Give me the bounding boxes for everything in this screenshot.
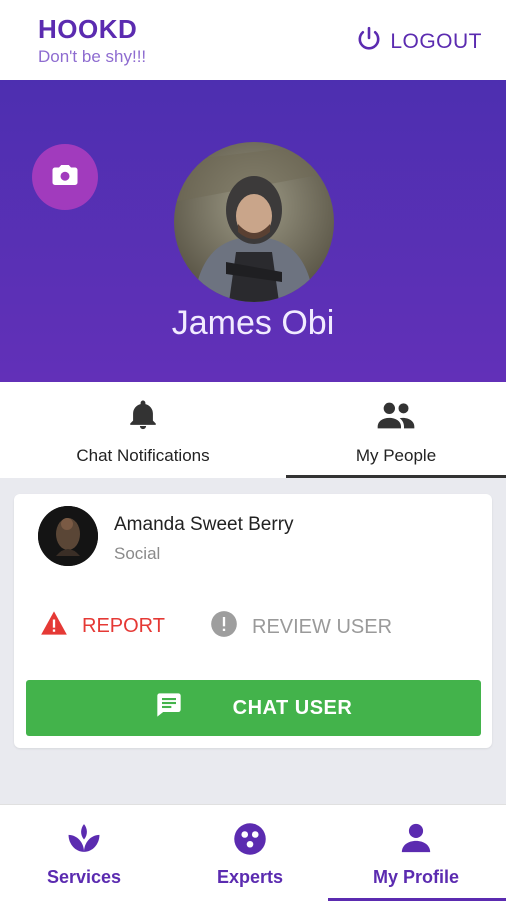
bell-icon bbox=[126, 398, 160, 437]
person-category: Social bbox=[114, 544, 161, 563]
lotus-icon bbox=[65, 821, 103, 860]
person-avatar[interactable] bbox=[38, 506, 98, 566]
app-subtitle: Don't be shy!!! bbox=[38, 47, 147, 66]
nav-my-profile[interactable]: My Profile bbox=[332, 805, 500, 901]
profile-avatar[interactable] bbox=[174, 142, 334, 302]
top-bar: HOOKD Don't be shy!!! LOGOUT bbox=[0, 0, 506, 80]
profile-name: James Obi bbox=[171, 304, 335, 342]
nav-label: Experts bbox=[216, 867, 284, 887]
people-icon bbox=[376, 398, 416, 437]
person-name: Amanda Sweet Berry bbox=[114, 514, 294, 535]
change-photo-button[interactable] bbox=[32, 144, 98, 210]
tab-bar: Chat Notifications My People bbox=[0, 382, 506, 478]
tab-my-people[interactable]: My People bbox=[286, 382, 506, 478]
camera-icon bbox=[50, 160, 80, 195]
person-icon bbox=[399, 821, 433, 860]
nav-label: Services bbox=[46, 867, 122, 887]
chat-user-label: CHAT USER bbox=[232, 696, 353, 719]
warning-icon bbox=[40, 610, 68, 642]
selected-tab-indicator bbox=[286, 475, 506, 478]
nav-services[interactable]: Services bbox=[0, 805, 168, 901]
tab-label: Chat Notifications bbox=[76, 446, 210, 465]
tab-label: My People bbox=[355, 446, 437, 465]
bottom-navigation: Services Experts My Profile bbox=[0, 804, 506, 901]
report-button[interactable]: REPORT bbox=[40, 610, 165, 642]
review-user-button[interactable]: REVIEW USER bbox=[210, 610, 392, 644]
experts-icon bbox=[232, 821, 268, 862]
profile-header: James Obi bbox=[0, 80, 506, 382]
logout-button[interactable]: LOGOUT bbox=[356, 26, 482, 58]
person-card: Amanda Sweet Berry Social REPORT REVIEW … bbox=[14, 494, 492, 748]
logout-label: LOGOUT bbox=[390, 30, 482, 53]
chat-user-button[interactable]: CHAT USER bbox=[26, 680, 481, 736]
app-title: HOOKD bbox=[38, 14, 138, 44]
chat-icon bbox=[155, 691, 183, 725]
power-icon bbox=[356, 26, 382, 58]
nav-experts[interactable]: Experts bbox=[166, 805, 334, 901]
review-user-label: REVIEW USER bbox=[252, 615, 393, 638]
tab-chat-notifications[interactable]: Chat Notifications bbox=[0, 382, 286, 478]
report-label: REPORT bbox=[82, 614, 165, 637]
nav-label: My Profile bbox=[372, 867, 460, 887]
alert-circle-icon bbox=[210, 610, 238, 644]
